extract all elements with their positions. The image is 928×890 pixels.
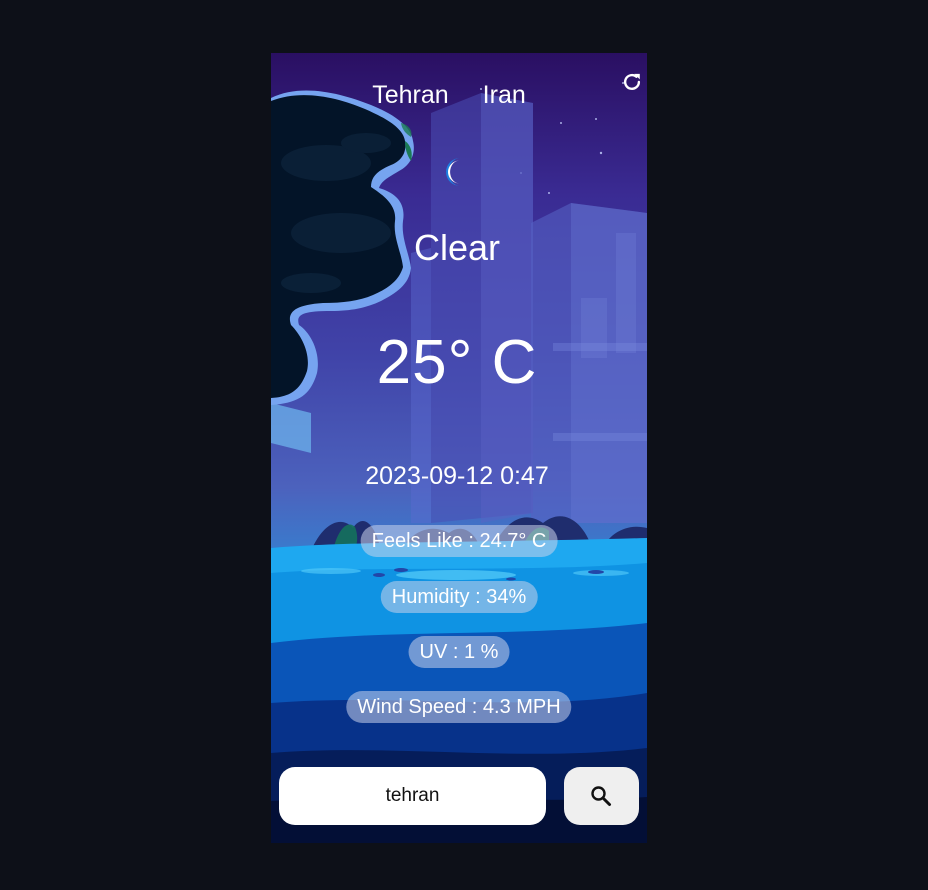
- feels-like-badge: Feels Like : 24.7° C: [360, 525, 558, 557]
- city-name: Tehran: [372, 81, 449, 109]
- location-header: Tehran Iran: [271, 81, 637, 110]
- humidity-badge: Humidity : 34%: [380, 581, 538, 613]
- wind-speed-badge: Wind Speed : 4.3 MPH: [346, 691, 572, 723]
- temperature: 25° C: [376, 328, 538, 397]
- weather-app-screen: Tehran Iran Clear 25° C 2023-09-12 0:47 …: [271, 53, 647, 843]
- uv-badge: UV : 1 %: [408, 636, 510, 668]
- weather-condition: Clear: [413, 227, 501, 268]
- date-time: 2023-09-12 0:47: [365, 462, 549, 490]
- refresh-icon[interactable]: [621, 71, 643, 93]
- search-button[interactable]: [564, 767, 639, 825]
- country-name: Iran: [482, 81, 526, 109]
- city-search-input[interactable]: [279, 767, 546, 825]
- search-icon: [591, 786, 611, 806]
- crescent-moon-icon: [446, 158, 460, 186]
